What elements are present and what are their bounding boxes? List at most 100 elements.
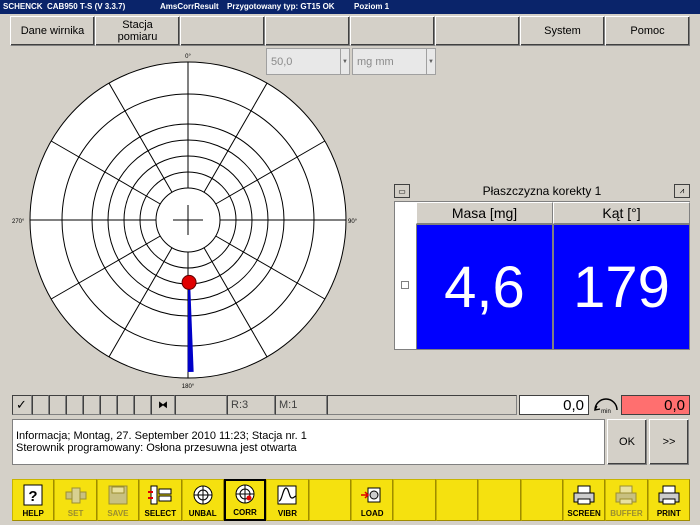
bottom-toolbar: ? HELP SET SAVE SELECT UNBAL CORR VIBR L… <box>12 479 690 521</box>
screen-printer-icon <box>571 483 597 507</box>
menu-bar: Dane wirnika Stacja pomiaru System Pomoc <box>10 16 690 46</box>
angle-label-left: 270° <box>12 219 25 225</box>
angle-label-top: 0° <box>185 54 191 60</box>
status-strip: ✓ ⧓ R:3 M:1 0,0 min 0,0 <box>12 395 690 415</box>
title-level: Poziom 1 <box>354 2 390 11</box>
angle-label-right: 90° <box>348 219 358 225</box>
svg-text:?: ? <box>29 488 38 505</box>
menu-system[interactable]: System <box>520 16 605 46</box>
print-label: PRINT <box>656 509 681 518</box>
screen-button[interactable]: SCREEN <box>562 479 606 521</box>
ok-button[interactable]: OK <box>607 419 647 465</box>
status-r: R:3 <box>227 395 275 415</box>
unbal-label: UNBAL <box>188 509 217 518</box>
step-cell-3 <box>66 395 83 415</box>
polar-diagram: 0° 90° 180° 270° <box>10 48 380 393</box>
save-button[interactable]: SAVE <box>96 479 140 521</box>
step-cell-4 <box>83 395 100 415</box>
status-cell-blank <box>175 395 227 415</box>
status-cell-wide <box>327 395 517 415</box>
speed-gauge-svg: min <box>593 398 618 414</box>
correction-table: Masa [mg] Kąt [°] 4,6 179 <box>394 201 690 350</box>
select-label: SELECT <box>144 509 177 518</box>
menu-stacja-label-2: pomiaru <box>117 31 158 43</box>
panel-title: Płaszczyzna korekty 1 <box>482 184 602 198</box>
speed-gauge-icon: min <box>591 395 621 415</box>
menu-empty-4[interactable] <box>435 16 520 46</box>
speed-value: 0,0 <box>621 395 690 415</box>
skip-end-icon[interactable]: ⧓ <box>151 395 175 415</box>
collapse-icon[interactable]: ▭ <box>394 184 410 198</box>
angle-label-bottom: 180° <box>182 384 195 390</box>
step-cell-5 <box>100 395 117 415</box>
menu-stacja-pomiaru[interactable]: Stacja pomiaru <box>95 16 180 46</box>
title-brand: SCHENCK <box>3 2 43 11</box>
save-disk-icon <box>105 483 131 507</box>
menu-dane-wirnika[interactable]: Dane wirnika <box>10 16 95 46</box>
load-button[interactable]: LOAD <box>351 479 394 521</box>
load-icon <box>359 483 385 507</box>
step-cell-2 <box>49 395 66 415</box>
kat-value: 179 <box>553 224 690 350</box>
status-m: M:1 <box>275 395 327 415</box>
unbalance-target-icon <box>190 483 216 507</box>
step-cell-7 <box>134 395 151 415</box>
toolbar-empty-5[interactable] <box>520 479 563 521</box>
app-window: SCHENCK CAB950 T-S (V 3.3.7) AmsCorrResu… <box>0 0 700 525</box>
help-label: HELP <box>22 509 44 518</box>
unbalance-point[interactable] <box>181 274 197 290</box>
screen-label: SCREEN <box>567 509 601 518</box>
buffer-label: BUFFER <box>610 509 643 518</box>
help-icon: ? <box>20 483 46 507</box>
step-cell-1 <box>32 395 49 415</box>
menu-pomoc[interactable]: Pomoc <box>605 16 690 46</box>
title-screen: AmsCorrResult <box>160 2 219 11</box>
vibration-wave-icon <box>274 483 300 507</box>
info-line-2: Sterownik programowany: Osłona przesuwna… <box>16 442 297 454</box>
buffer-button[interactable]: BUFFER <box>605 479 648 521</box>
select-button[interactable]: SELECT <box>139 479 182 521</box>
menu-empty-1[interactable] <box>180 16 265 46</box>
printer-icon <box>656 483 682 507</box>
col-header-masa: Masa [mg] <box>416 202 553 224</box>
panel-header: ▭ Płaszczyzna korekty 1 ⩘ <box>394 182 690 201</box>
title-type: Przygotowany typ: GT15 OK <box>227 2 335 11</box>
toolbar-empty-3[interactable] <box>435 479 479 521</box>
select-icon <box>147 483 173 507</box>
load-label: LOAD <box>360 509 384 518</box>
set-icon <box>63 483 89 507</box>
corr-button[interactable]: CORR <box>223 479 267 521</box>
set-label: SET <box>67 509 84 518</box>
chevron-down-icon: ▼ <box>426 49 435 74</box>
next-button[interactable]: >> <box>649 419 689 465</box>
menu-empty-3[interactable] <box>350 16 435 46</box>
help-button[interactable]: ? HELP <box>12 479 55 521</box>
vibr-button[interactable]: VIBR <box>266 479 309 521</box>
vibr-label: VIBR <box>277 509 297 518</box>
correction-plane-panel: ▭ Płaszczyzna korekty 1 ⩘ Masa [mg] Kąt … <box>394 182 690 350</box>
correction-target-icon <box>232 482 258 506</box>
toolbar-empty-2[interactable] <box>393 479 436 521</box>
toolbar-empty-4[interactable] <box>478 479 521 521</box>
tolerance-value: 0,0 <box>519 395 589 415</box>
title-app: CAB950 T-S (V 3.3.7) <box>47 2 126 11</box>
save-label: SAVE <box>107 509 129 518</box>
row-checkbox[interactable] <box>401 281 409 289</box>
info-message-box: Informacja; Montag, 27. September 2010 1… <box>12 419 605 465</box>
corr-label: CORR <box>233 508 257 517</box>
buffer-printer-icon <box>613 483 639 507</box>
set-button[interactable]: SET <box>54 479 97 521</box>
step-cell-6 <box>117 395 134 415</box>
title-bar: SCHENCK CAB950 T-S (V 3.3.7) AmsCorrResu… <box>0 0 700 14</box>
menu-empty-2[interactable] <box>265 16 350 46</box>
polar-svg: 0° 90° 180° 270° <box>12 54 358 390</box>
info-line-1: Informacja; Montag, 27. September 2010 1… <box>16 430 307 442</box>
col-header-kat: Kąt [°] <box>553 202 690 224</box>
masa-value: 4,6 <box>416 224 553 350</box>
graph-icon[interactable]: ⩘ <box>674 184 690 198</box>
min-label: min <box>601 409 611 414</box>
menu-stacja-label-1: Stacja <box>122 19 153 31</box>
unbal-button[interactable]: UNBAL <box>181 479 224 521</box>
toolbar-empty-1[interactable] <box>308 479 351 521</box>
print-button[interactable]: PRINT <box>647 479 690 521</box>
